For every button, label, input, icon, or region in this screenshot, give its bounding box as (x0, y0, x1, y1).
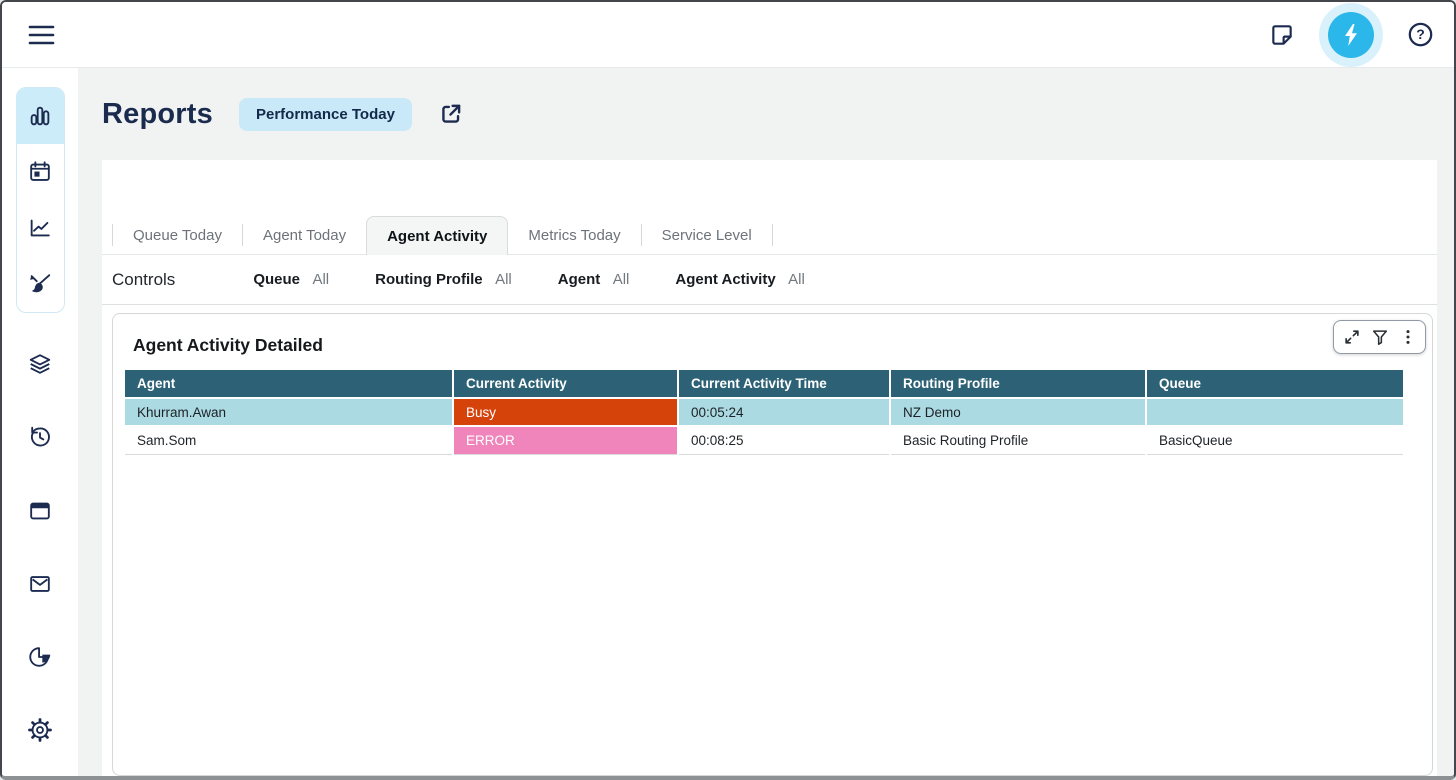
main-content: Reports Performance Today Queue Today (78, 68, 1454, 776)
topbar: ? (2, 2, 1454, 68)
mail-icon (27, 571, 53, 597)
agent-activity-card: Agent Activity Detailed Agent Current Ac… (112, 313, 1433, 776)
column-header-current-activity[interactable]: Current Activity (453, 370, 678, 398)
window-icon (27, 498, 53, 524)
cell-routing-profile: Basic Routing Profile (890, 426, 1146, 454)
filter-name: Agent (558, 271, 601, 288)
hamburger-menu-icon[interactable] (28, 23, 55, 47)
brush-icon (27, 271, 53, 297)
column-header-agent[interactable]: Agent (125, 370, 453, 398)
sidebar-item-layers[interactable] (16, 337, 64, 391)
cell-activity-time: 00:08:25 (678, 426, 890, 454)
cell-queue (1146, 398, 1403, 426)
column-header-queue[interactable]: Queue (1146, 370, 1403, 398)
sidebar-item-pie-reports[interactable] (16, 630, 64, 684)
filter-value: All (613, 271, 630, 288)
filter-queue[interactable]: Queue All (253, 271, 329, 289)
lightning-button-halo (1319, 3, 1383, 67)
sidebar-item-history[interactable] (16, 410, 64, 464)
report-name-badge[interactable]: Performance Today (239, 98, 412, 131)
gear-icon (27, 717, 53, 743)
filter-value: All (788, 271, 805, 288)
bar-chart-icon (27, 103, 53, 129)
external-link-glyph (438, 101, 464, 127)
filter-agent-activity[interactable]: Agent Activity All (675, 271, 804, 289)
tab-divider (772, 224, 773, 246)
filter-name: Agent Activity (675, 271, 775, 288)
table-header-row: Agent Current Activity Current Activity … (125, 370, 1403, 398)
sidebar-item-schedule[interactable] (16, 144, 64, 200)
report-panel: Queue Today Agent Today Agent Activity M… (102, 160, 1437, 776)
sidebar-item-settings[interactable] (16, 703, 64, 757)
cell-agent: Khurram.Awan (125, 398, 453, 426)
cell-activity-time: 00:05:24 (678, 398, 890, 426)
filter-agent[interactable]: Agent All (558, 271, 630, 289)
sidebar-item-mail[interactable] (16, 557, 64, 611)
column-header-current-activity-time[interactable]: Current Activity Time (678, 370, 890, 398)
column-header-routing-profile[interactable]: Routing Profile (890, 370, 1146, 398)
tab-agent-activity[interactable]: Agent Activity (366, 216, 508, 255)
cell-queue: BasicQueue (1146, 426, 1403, 454)
page-header: Reports Performance Today (78, 68, 1454, 160)
lightning-glyph (1339, 22, 1363, 48)
tab-bar: Queue Today Agent Today Agent Activity M… (102, 160, 1437, 255)
table-row: Sam.Som ERROR 00:08:25 Basic Routing Pro… (125, 426, 1403, 454)
lightning-bolt-icon[interactable] (1328, 12, 1374, 58)
sidebar-item-browser[interactable] (16, 483, 64, 537)
filter-value: All (312, 271, 329, 288)
sidebar-item-customize[interactable] (16, 256, 64, 312)
history-icon (27, 424, 53, 450)
cell-routing-profile: NZ Demo (890, 398, 1146, 426)
line-chart-icon (27, 215, 53, 241)
notepad-glyph (1269, 22, 1295, 48)
kebab-menu-icon[interactable] (1395, 325, 1420, 350)
tab-metrics-today[interactable]: Metrics Today (508, 216, 640, 254)
filter-name: Routing Profile (375, 271, 483, 288)
external-link-icon[interactable] (438, 101, 464, 127)
table-row: Khurram.Awan Busy 00:05:24 NZ Demo (125, 398, 1403, 426)
cell-current-activity: Busy (453, 398, 678, 426)
layers-icon (27, 351, 53, 377)
controls-bar: Controls Queue All Routing Profile All A… (102, 255, 1437, 305)
sidebar-item-reports[interactable] (16, 88, 64, 144)
kebab-glyph (1399, 328, 1417, 346)
svg-text:?: ? (1416, 26, 1425, 42)
tab-queue-today[interactable]: Queue Today (113, 216, 242, 254)
sidebar (2, 68, 78, 776)
controls-label: Controls (112, 270, 175, 290)
filter-name: Queue (253, 271, 300, 288)
card-title: Agent Activity Detailed (133, 335, 1420, 356)
app-body: Reports Performance Today Queue Today (2, 68, 1454, 776)
hamburger-glyph (28, 23, 55, 47)
pie-chart-icon (27, 644, 53, 670)
app-window: ? (0, 0, 1456, 780)
funnel-glyph (1371, 328, 1389, 346)
sidebar-item-trends[interactable] (16, 200, 64, 256)
filter-routing-profile[interactable]: Routing Profile All (375, 271, 512, 289)
page-title: Reports (102, 98, 213, 131)
agent-activity-table: Agent Current Activity Current Activity … (125, 370, 1403, 455)
tab-service-level[interactable]: Service Level (642, 216, 772, 254)
sidebar-reports-group (16, 87, 65, 313)
filter-value: All (495, 271, 512, 288)
help-glyph: ? (1407, 21, 1434, 48)
expand-icon[interactable] (1339, 325, 1364, 350)
filter-funnel-icon[interactable] (1367, 325, 1392, 350)
cell-current-activity: ERROR (453, 426, 678, 454)
help-question-icon[interactable]: ? (1407, 21, 1434, 48)
calendar-icon (27, 159, 53, 185)
expand-glyph (1343, 328, 1361, 346)
notepad-icon[interactable] (1269, 22, 1295, 48)
tab-agent-today[interactable]: Agent Today (243, 216, 366, 254)
cell-agent: Sam.Som (125, 426, 453, 454)
card-toolbar (1333, 320, 1426, 354)
topbar-actions: ? (1269, 3, 1434, 67)
